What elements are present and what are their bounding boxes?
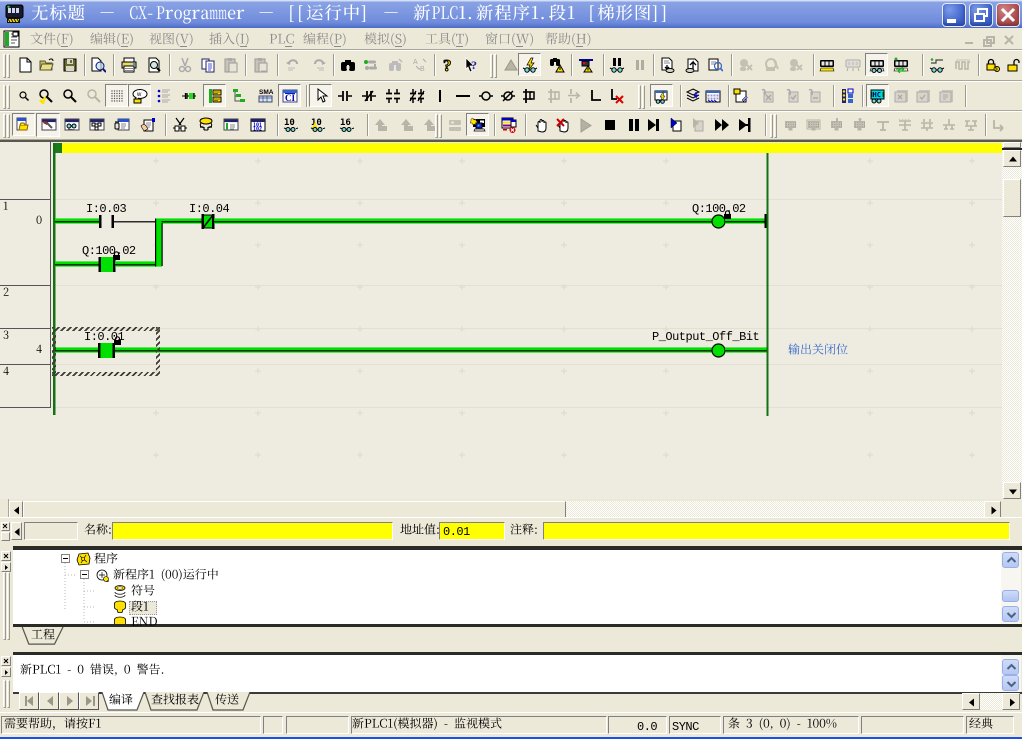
svg-text:SMA: SMA bbox=[259, 89, 274, 96]
svg-text:102: 102 bbox=[253, 127, 262, 133]
svg-text:?: ? bbox=[443, 57, 452, 73]
svg-text:w: w bbox=[136, 92, 142, 98]
svg-text:A: A bbox=[413, 59, 418, 66]
svg-text:?: ? bbox=[471, 58, 477, 72]
svg-text:CI: CI bbox=[285, 93, 295, 103]
svg-text:16: 16 bbox=[340, 118, 351, 128]
svg-text:HC: HC bbox=[873, 91, 881, 99]
svg-text:10: 10 bbox=[284, 118, 295, 128]
